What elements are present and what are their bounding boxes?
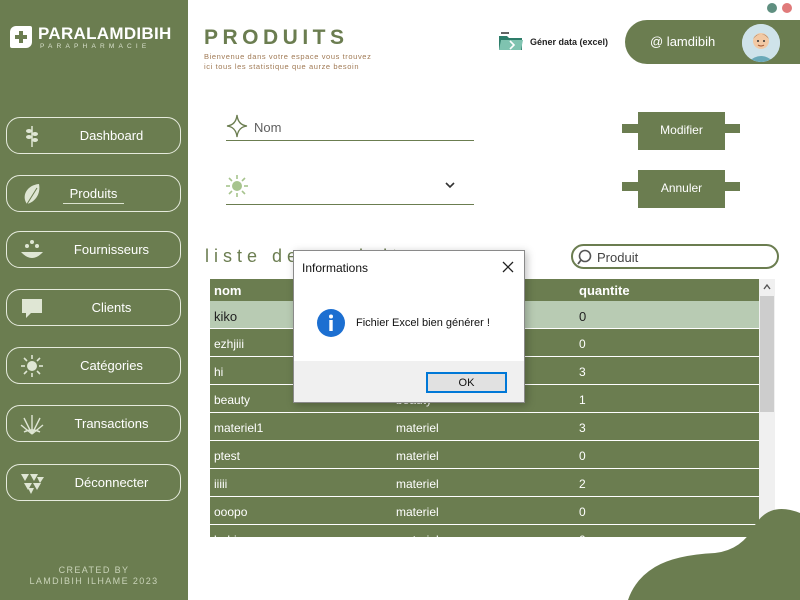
name-field[interactable]: Nom [226, 114, 474, 141]
export-label: Géner data (excel) [530, 37, 609, 47]
sparkle-icon [226, 114, 248, 138]
cell-nom: iiiii [214, 477, 228, 491]
dialog-title: Informations [302, 261, 369, 275]
sidebar-item-dashboard[interactable]: Dashboard [6, 117, 181, 154]
pharmacy-cross-icon [10, 26, 32, 48]
search-input[interactable] [597, 249, 767, 265]
cancel-label: Annuler [660, 181, 703, 195]
table-row[interactable]: materiel1 materiel 3 [210, 413, 759, 441]
triangles-icon [21, 474, 44, 494]
cell-quantite: 1 [579, 393, 586, 407]
info-dialog: Informations Fichier Excel bien générer … [293, 250, 525, 403]
sun-icon [21, 355, 43, 377]
cell-categorie: materiel [396, 449, 439, 463]
cell-nom: ptest [214, 449, 241, 463]
cell-quantite: 2 [579, 477, 586, 491]
window-dot-red[interactable] [782, 3, 792, 13]
dialog-footer: OK [294, 361, 524, 402]
cell-quantite: 0 [579, 337, 586, 351]
cell-categorie: materiel [396, 533, 439, 537]
page-title: PRODUITS [204, 26, 349, 49]
search-icon [577, 249, 592, 265]
sidebar-item-clients[interactable]: Clients [6, 289, 181, 326]
user-avatar-icon [742, 24, 780, 62]
sidebar-item-label: Fournisseurs [73, 242, 150, 257]
search-box[interactable] [571, 244, 779, 269]
scroll-up-icon[interactable] [763, 283, 771, 291]
sidebar-item-label: Dashboard [79, 128, 144, 143]
sidebar-item-label: Transactions [74, 416, 149, 431]
table-row[interactable]: iiiii materiel 2 [210, 469, 759, 497]
table-scrollbar[interactable] [759, 279, 775, 537]
leaf-stem-icon [26, 126, 38, 147]
chevron-down-icon[interactable] [444, 180, 456, 190]
column-header-quantite[interactable]: quantite [579, 283, 630, 298]
sidebar-item-produits[interactable]: Produits [6, 175, 181, 212]
scroll-thumb[interactable] [760, 296, 774, 412]
plant-drops-icon [21, 240, 43, 258]
close-icon[interactable] [500, 259, 516, 275]
sun-icon [226, 175, 248, 197]
cell-categorie: materiel [396, 505, 439, 519]
modify-button[interactable]: Modifier [622, 112, 740, 150]
brand-subtitle: PARAPHARMACIE [40, 43, 151, 50]
column-header-nom[interactable]: nom [214, 283, 241, 298]
sidebar: PARALAMDIBIH PARAPHARMACIE Dashboard Pro… [0, 0, 188, 600]
fan-leaf-icon [20, 415, 44, 435]
sidebar-item-label: Catégories [80, 358, 143, 373]
sidebar-item-categories[interactable]: Catégories [6, 347, 181, 384]
cell-quantite: 0 [579, 449, 586, 463]
ok-button[interactable]: OK [426, 372, 507, 393]
speech-bubble-icon [22, 299, 42, 318]
cell-quantite: 0 [579, 533, 586, 537]
cell-nom: bobi [214, 533, 237, 537]
cell-categorie: materiel [396, 421, 439, 435]
cell-nom: kiko [214, 309, 238, 324]
sidebar-item-deconnecter[interactable]: Déconnecter [6, 464, 181, 501]
user-name: @ lamdibih [650, 34, 716, 49]
brand-logo: PARALAMDIBIH PARAPHARMACIE [10, 24, 182, 54]
cell-nom: ezhjiii [214, 337, 245, 351]
user-badge-edge [778, 20, 800, 64]
info-icon [317, 309, 345, 337]
avatar[interactable] [742, 24, 780, 62]
name-label: Nom [254, 120, 282, 135]
leaf-icon [24, 184, 40, 205]
modify-label: Modifier [660, 123, 703, 137]
cell-quantite: 0 [579, 309, 587, 324]
folder-export-icon [499, 32, 523, 50]
cell-categorie: materiel [396, 477, 439, 491]
decorative-blob [628, 509, 800, 600]
page-subtitle: Bienvenue dans votre espace vous trouvez… [204, 52, 372, 71]
category-select[interactable] [226, 174, 474, 205]
cell-nom: ooopo [214, 505, 248, 519]
dialog-message: Fichier Excel bien générer ! [356, 317, 490, 329]
cell-quantite: 3 [579, 421, 586, 435]
cell-quantite: 0 [579, 505, 586, 519]
sidebar-item-label: Déconnecter [74, 475, 149, 490]
window-dot-green[interactable] [767, 3, 777, 13]
sidebar-item-transactions[interactable]: Transactions [6, 405, 181, 442]
table-row[interactable]: ptest materiel 0 [210, 441, 759, 469]
credit-line-1: CREATED BY [58, 565, 130, 575]
cell-quantite: 3 [579, 365, 586, 379]
cell-nom: beauty [214, 393, 251, 407]
sidebar-item-label: Clients [91, 300, 132, 315]
brand-name: PARALAMDIBIH [38, 24, 172, 43]
credit-line-2: LAMDIBIH ILHAME 2023 [29, 576, 159, 586]
sidebar-item-label: Produits [63, 186, 124, 204]
sidebar-item-fournisseurs[interactable]: Fournisseurs [6, 231, 181, 268]
cell-nom: materiel1 [214, 421, 264, 435]
cancel-button[interactable]: Annuler [622, 170, 740, 208]
cell-nom: hi [214, 365, 224, 379]
